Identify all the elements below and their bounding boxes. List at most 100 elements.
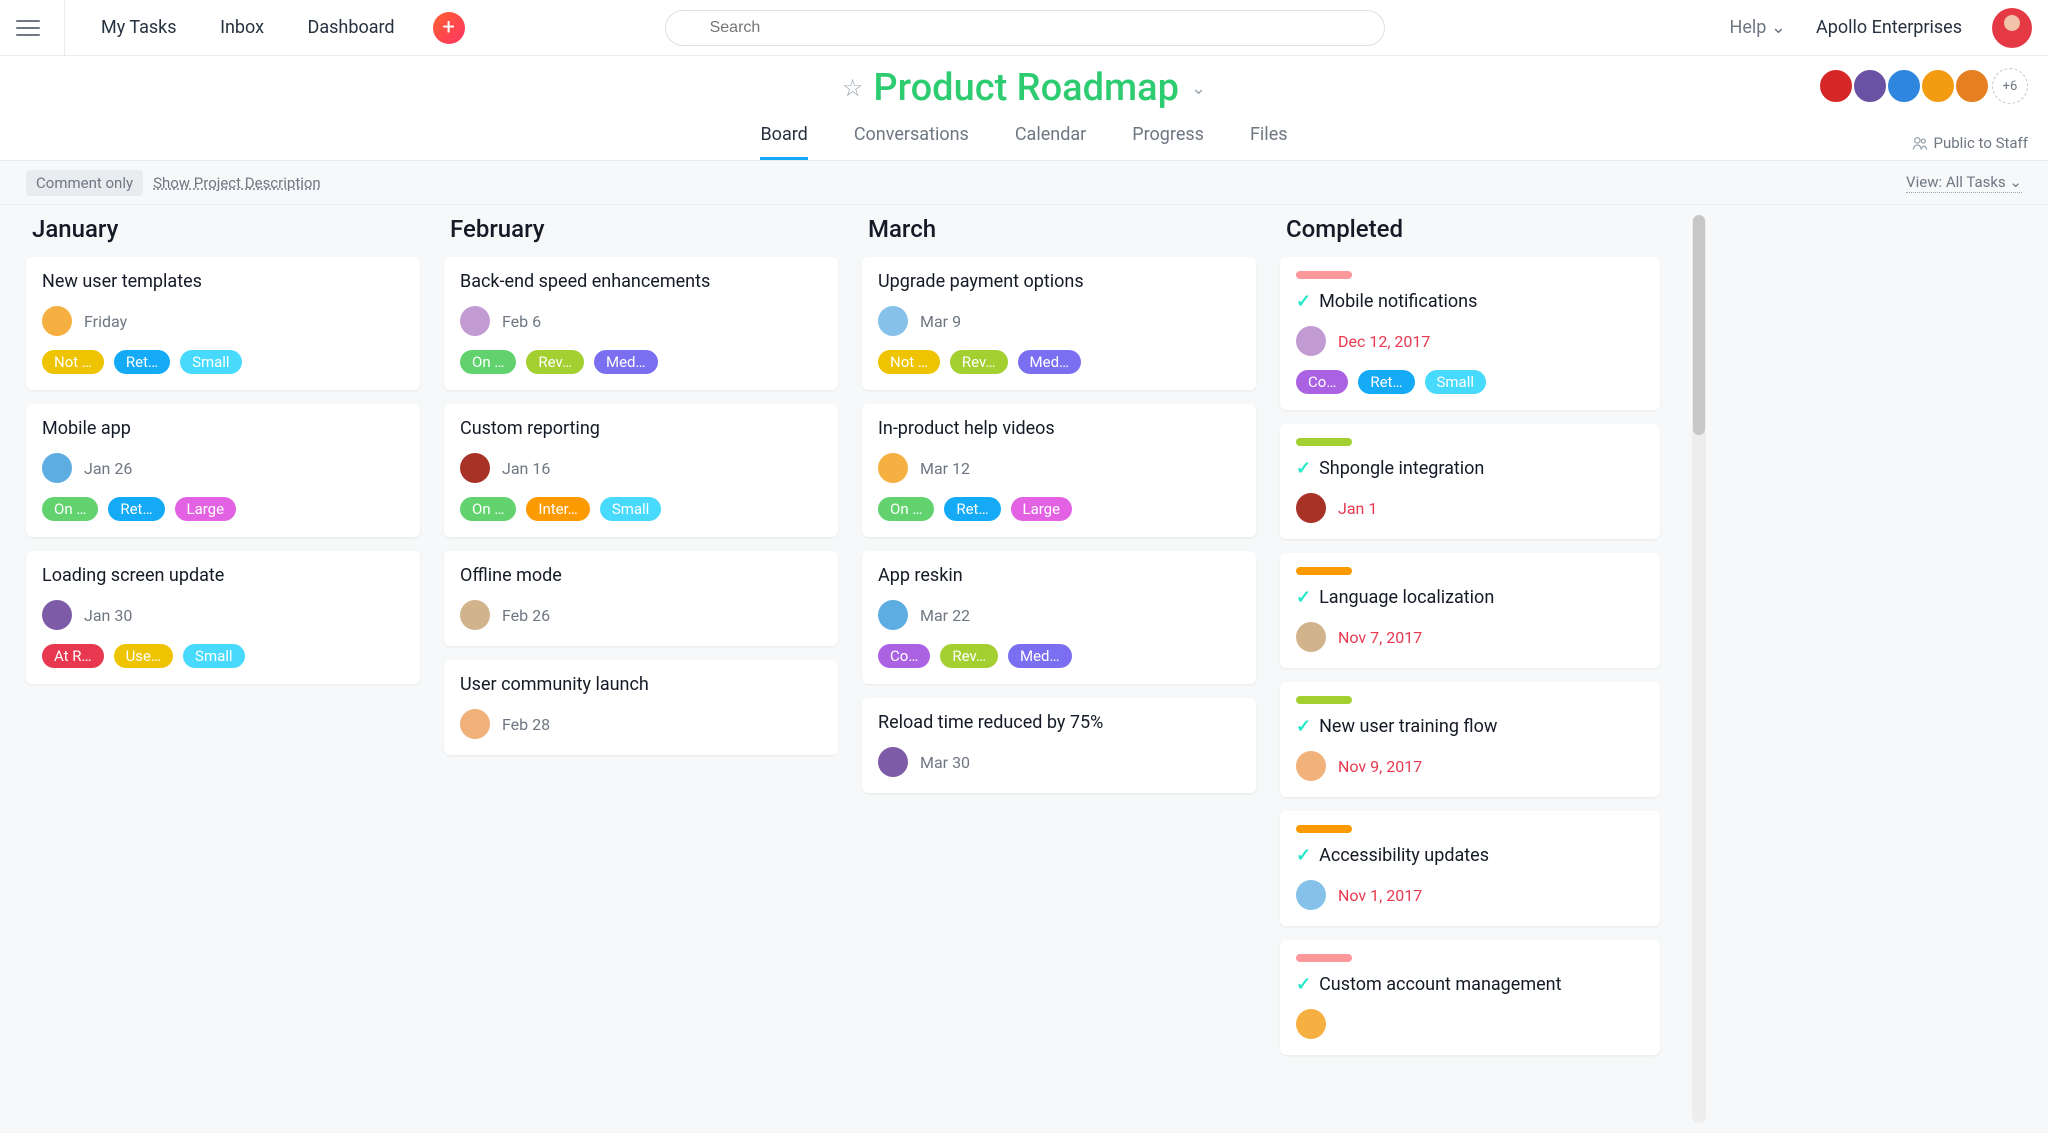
people-icon [1912,135,1928,151]
assignee-avatar[interactable] [42,306,72,336]
member-avatar[interactable] [1852,68,1888,104]
tag[interactable]: Small [180,350,242,374]
assignee-avatar[interactable] [1296,622,1326,652]
task-card[interactable]: Upgrade payment optionsMar 9Not …Rev…Med… [862,257,1256,390]
tag[interactable]: On … [878,497,934,521]
assignee-avatar[interactable] [878,747,908,777]
comment-only-badge[interactable]: Comment only [26,170,143,196]
task-card[interactable]: ✓Custom account management [1280,940,1660,1055]
tag[interactable]: Inter… [526,497,589,521]
nav-inbox[interactable]: Inbox [220,17,264,38]
assignee-avatar[interactable] [1296,1009,1326,1039]
member-overflow[interactable]: +6 [1992,68,2028,104]
task-card[interactable]: ✓New user training flowNov 9, 2017 [1280,682,1660,797]
assignee-avatar[interactable] [42,453,72,483]
tag[interactable]: Rev… [950,350,1008,374]
nav-dashboard[interactable]: Dashboard [308,17,395,38]
org-name[interactable]: Apollo Enterprises [1816,17,1962,38]
assignee-avatar[interactable] [460,453,490,483]
search-input[interactable] [665,10,1385,46]
due-date: Nov 1, 2017 [1338,886,1422,905]
member-avatar[interactable] [1818,68,1854,104]
tag[interactable]: Large [175,497,237,521]
tag[interactable]: Co… [878,644,930,668]
add-button[interactable]: + [433,12,465,44]
tag[interactable]: Co… [1296,370,1348,394]
task-card[interactable]: New user templatesFridayNot …Ret…Small [26,257,420,390]
task-card[interactable]: ✓Accessibility updatesNov 1, 2017 [1280,811,1660,926]
column-title[interactable]: February [450,215,838,243]
tag[interactable]: Med… [1018,350,1082,374]
tag[interactable]: Small [600,497,662,521]
privacy-label[interactable]: Public to Staff [1912,134,2028,152]
tag[interactable]: On … [42,497,98,521]
assignee-avatar[interactable] [878,600,908,630]
member-avatar[interactable] [1886,68,1922,104]
assignee-avatar[interactable] [1296,326,1326,356]
task-card[interactable]: Back-end speed enhancementsFeb 6On …Rev…… [444,257,838,390]
task-card[interactable]: App reskinMar 22Co…Rev…Med… [862,551,1256,684]
assignee-avatar[interactable] [878,306,908,336]
assignee-avatar[interactable] [42,600,72,630]
task-meta: Mar 9 [878,306,1240,336]
assignee-avatar[interactable] [1296,751,1326,781]
card-strip [1296,567,1352,575]
task-card[interactable]: Offline modeFeb 26 [444,551,838,646]
tag[interactable]: Not … [878,350,940,374]
tag[interactable]: Rev… [940,644,998,668]
star-icon[interactable]: ☆ [842,74,864,102]
tag[interactable]: Ret… [108,497,164,521]
chevron-down-icon[interactable]: ⌄ [1191,78,1206,99]
assignee-avatar[interactable] [460,306,490,336]
task-card[interactable]: ✓Mobile notificationsDec 12, 2017Co…Ret…… [1280,257,1660,410]
show-description-link[interactable]: Show Project Description [153,174,321,192]
member-avatar[interactable] [1954,68,1990,104]
tag[interactable]: Ret… [1358,370,1414,394]
tag[interactable]: Use… [114,644,173,668]
hamburger-icon[interactable] [16,16,40,40]
tag[interactable]: Med… [594,350,658,374]
project-title[interactable]: Product Roadmap [873,66,1179,110]
tag[interactable]: On … [460,497,516,521]
tab-files[interactable]: Files [1250,124,1288,160]
tab-progress[interactable]: Progress [1132,124,1204,160]
column-title[interactable]: March [868,215,1256,243]
task-card[interactable]: User community launchFeb 28 [444,660,838,755]
task-card[interactable]: Reload time reduced by 75%Mar 30 [862,698,1256,793]
task-card[interactable]: Custom reportingJan 16On …Inter…Small [444,404,838,537]
task-tags: On … Ret… Large [878,497,1240,521]
tag[interactable]: Small [183,644,245,668]
task-card[interactable]: Loading screen updateJan 30At R…Use…Smal… [26,551,420,684]
tab-calendar[interactable]: Calendar [1015,124,1086,160]
task-card[interactable]: ✓Shpongle integrationJan 1 [1280,424,1660,539]
tag[interactable]: On … [460,350,516,374]
tag[interactable]: Large [1011,497,1073,521]
tag[interactable]: At R… [42,644,104,668]
column-title[interactable]: Completed [1286,215,1660,243]
assignee-avatar[interactable] [460,600,490,630]
tab-conversations[interactable]: Conversations [854,124,969,160]
task-card[interactable]: Mobile appJan 26On …Ret…Large [26,404,420,537]
assignee-avatar[interactable] [460,709,490,739]
tag[interactable]: Small [1425,370,1487,394]
tab-board[interactable]: Board [760,124,807,160]
tag[interactable]: Rev… [526,350,584,374]
task-card[interactable]: In-product help videosMar 12On …Ret…Larg… [862,404,1256,537]
assignee-avatar[interactable] [878,453,908,483]
tag[interactable]: Med… [1008,644,1072,668]
column-title[interactable]: January [32,215,420,243]
tag[interactable]: Not … [42,350,104,374]
view-selector[interactable]: View: All Tasks ⌄ [1906,173,2022,193]
assignee-avatar[interactable] [1296,880,1326,910]
scrollbar-thumb[interactable] [1693,215,1705,435]
tag[interactable]: Ret… [944,497,1000,521]
member-avatar[interactable] [1920,68,1956,104]
task-title: New user templates [42,271,404,292]
scrollbar[interactable] [1692,215,1706,1123]
nav-my-tasks[interactable]: My Tasks [101,17,177,38]
tag[interactable]: Ret… [114,350,170,374]
help-menu[interactable]: Help ⌄ [1730,17,1786,38]
user-avatar[interactable] [1992,8,2032,48]
task-card[interactable]: ✓Language localizationNov 7, 2017 [1280,553,1660,668]
assignee-avatar[interactable] [1296,493,1326,523]
